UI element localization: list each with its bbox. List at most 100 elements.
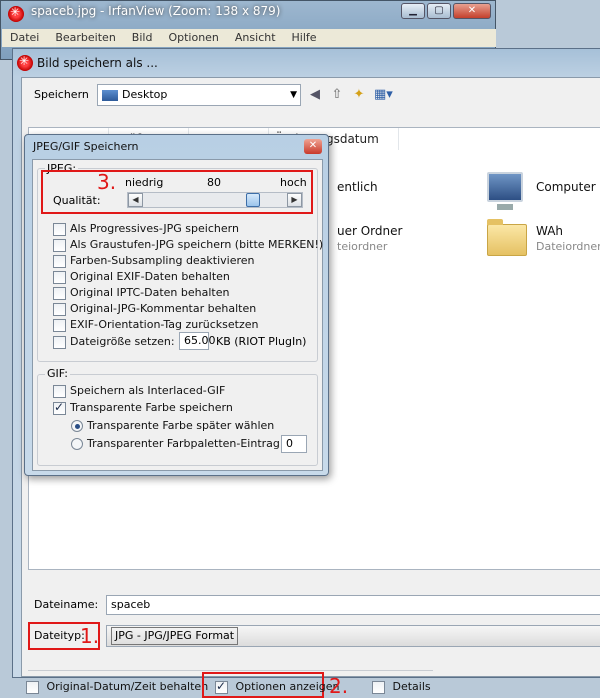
radio-later-label: Transparente Farbe später wählen — [87, 419, 275, 432]
gif-transparent-checkbox[interactable] — [53, 400, 66, 415]
gif-transparent-option[interactable]: Transparente Farbe speichern — [53, 400, 233, 415]
option-label: Original EXIF-Daten behalten — [70, 270, 230, 283]
location-value: Desktop — [122, 88, 168, 101]
window-title: spaceb.jpg - IrfanView (Zoom: 138 x 879) — [31, 4, 281, 18]
filename-input[interactable]: spaceb — [106, 595, 600, 615]
slider-left-arrow-icon[interactable]: ◀ — [128, 193, 143, 207]
file-item-name[interactable]: Computer — [536, 180, 596, 194]
option-label: Als Graustufen-JPG speichern (bitte MERK… — [70, 238, 324, 251]
option-progressive[interactable]: Als Progressives-JPG speichern — [53, 222, 323, 238]
save-in-label: Speichern — [34, 88, 89, 101]
option-checkbox[interactable] — [53, 302, 66, 316]
quality-high-label: hoch — [280, 176, 307, 189]
jpeg-gif-options-dialog: JPEG/GIF Speichern ✕ JPEG: 3. niedrig 80… — [24, 134, 329, 476]
view-menu-icon[interactable]: ▦▾ — [374, 86, 393, 104]
jpeg-dialog-close-button[interactable]: ✕ — [304, 139, 322, 154]
annotation-number-1: 1. — [80, 624, 100, 648]
option-checkbox[interactable] — [53, 318, 66, 332]
option-checkbox[interactable] — [53, 254, 66, 268]
file-item-type: Dateiordner — [536, 240, 600, 253]
show-options-checkbox[interactable] — [215, 679, 228, 694]
menu-datei[interactable]: Datei — [2, 29, 47, 47]
file-item-type: teiordner — [337, 240, 388, 253]
option-exif[interactable]: Original EXIF-Daten behalten — [53, 270, 323, 286]
back-icon[interactable]: ◀ — [306, 86, 324, 104]
menu-hilfe[interactable]: Hilfe — [284, 29, 325, 47]
window-controls: ▁ ▢ ✕ — [399, 3, 491, 19]
option-checkbox[interactable] — [53, 238, 66, 252]
dialog-icon — [17, 54, 33, 71]
palette-index-input[interactable]: 0 — [281, 435, 307, 453]
gif-group-label: GIF: — [45, 367, 70, 380]
file-item-name[interactable]: entlich — [337, 180, 378, 194]
location-combo[interactable]: Desktop ▼ — [97, 84, 301, 106]
radio-palette[interactable] — [71, 438, 83, 450]
slider-right-arrow-icon[interactable]: ▶ — [287, 193, 302, 207]
desktop-icon — [102, 89, 118, 101]
menu-optionen[interactable]: Optionen — [160, 29, 226, 47]
option-checkbox[interactable] — [53, 222, 66, 236]
option-grayscale[interactable]: Als Graustufen-JPG speichern (bitte MERK… — [53, 238, 323, 254]
filesize-unit: KB (RIOT PlugIn) — [216, 335, 307, 348]
details-label: Details — [392, 680, 431, 693]
jpeg-options-list: Als Progressives-JPG speichern Als Graus… — [53, 222, 323, 334]
menu-ansicht[interactable]: Ansicht — [227, 29, 284, 47]
gif-interlaced-label: Speichern als Interlaced-GIF — [70, 384, 226, 397]
quality-slider[interactable]: ◀ ▶ — [127, 192, 303, 208]
quality-value: 80 — [207, 176, 221, 189]
keep-date-checkbox[interactable] — [26, 680, 39, 694]
radio-later[interactable] — [71, 420, 83, 432]
menu-bar: Datei Bearbeiten Bild Optionen Ansicht H… — [2, 29, 496, 47]
radio-palette-option[interactable]: Transparenter Farbpaletten-Eintrag: — [71, 437, 284, 450]
gif-interlaced-checkbox[interactable] — [53, 384, 66, 398]
menu-bild[interactable]: Bild — [124, 29, 161, 47]
slider-thumb[interactable] — [246, 193, 261, 207]
radio-palette-label: Transparenter Farbpaletten-Eintrag: — [87, 437, 284, 450]
option-label: Als Progressives-JPG speichern — [70, 222, 239, 235]
chevron-down-icon: ▼ — [290, 90, 297, 100]
separator — [28, 670, 433, 671]
show-options-option[interactable]: Optionen anzeigen — [215, 679, 340, 694]
maximize-button[interactable]: ▢ — [427, 3, 451, 19]
folder-icon[interactable] — [487, 219, 527, 256]
option-label: EXIF-Orientation-Tag zurücksetzen — [70, 318, 259, 331]
option-filesize[interactable]: Dateigröße setzen: — [53, 335, 175, 349]
show-options-label: Optionen anzeigen — [235, 680, 340, 693]
option-checkbox[interactable] — [53, 286, 66, 300]
option-comment[interactable]: Original-JPG-Kommentar behalten — [53, 302, 323, 318]
minimize-button[interactable]: ▁ — [401, 3, 425, 19]
new-folder-icon[interactable]: ✦ — [350, 86, 368, 104]
save-dialog-title: Bild speichern als ... — [37, 56, 158, 70]
filetype-combo[interactable]: JPG - JPG/JPEG Format — [106, 625, 600, 647]
keep-date-option[interactable]: Original-Datum/Zeit behalten — [26, 680, 208, 694]
option-label: Original-JPG-Kommentar behalten — [70, 302, 257, 315]
details-option[interactable]: Details — [372, 680, 431, 694]
filesize-label: Dateigröße setzen: — [70, 335, 175, 348]
annotation-number-3: 3. — [97, 170, 117, 194]
jpeg-dialog-title: JPEG/GIF Speichern — [33, 140, 139, 153]
close-button[interactable]: ✕ — [453, 3, 491, 19]
filetype-value: JPG - JPG/JPEG Format — [111, 627, 239, 645]
up-folder-icon[interactable]: ⇧ — [328, 86, 346, 104]
radio-later-option[interactable]: Transparente Farbe später wählen — [71, 419, 274, 432]
quality-low-label: niedrig — [125, 176, 164, 189]
gif-interlaced-option[interactable]: Speichern als Interlaced-GIF — [53, 384, 225, 398]
jpeg-dialog-body: JPEG: 3. niedrig 80 hoch Qualität: ◀ ▶ A… — [32, 159, 323, 471]
irfanview-icon — [8, 5, 24, 22]
filesize-input[interactable]: 65.00 — [179, 332, 216, 350]
option-label: Farben-Subsampling deaktivieren — [70, 254, 255, 267]
option-iptc[interactable]: Original IPTC-Daten behalten — [53, 286, 323, 302]
filename-label: Dateiname: — [34, 598, 99, 611]
quality-label: Qualität: — [53, 194, 101, 207]
file-item-name[interactable]: uer Ordner — [337, 224, 402, 238]
option-label: Original IPTC-Daten behalten — [70, 286, 230, 299]
filesize-checkbox[interactable] — [53, 335, 66, 349]
computer-icon[interactable] — [487, 172, 523, 210]
menu-bearbeiten[interactable]: Bearbeiten — [47, 29, 123, 47]
option-checkbox[interactable] — [53, 270, 66, 284]
file-item-name[interactable]: WAh — [536, 224, 563, 238]
details-checkbox[interactable] — [372, 680, 385, 694]
gif-transparent-label: Transparente Farbe speichern — [70, 401, 233, 414]
option-subsampling[interactable]: Farben-Subsampling deaktivieren — [53, 254, 323, 270]
filetype-label: Dateityp: — [34, 629, 85, 642]
